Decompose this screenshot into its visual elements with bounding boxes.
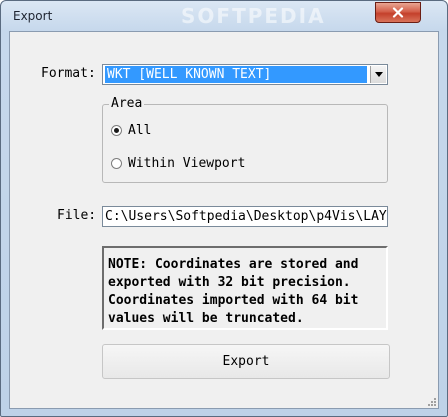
close-icon — [392, 7, 404, 18]
precision-note: NOTE: Coordinates are stored and exporte… — [102, 246, 388, 330]
format-label: Format: — [41, 66, 96, 81]
format-select[interactable]: WKT [WELL KNOWN TEXT] — [102, 64, 388, 85]
note-line: NOTE: Coordinates are stored and — [108, 257, 359, 272]
radio-all-button[interactable] — [111, 125, 122, 136]
format-selected-value: WKT [WELL KNOWN TEXT] — [105, 66, 367, 83]
radio-within-viewport-label: Within Viewport — [128, 156, 246, 171]
title-bar[interactable]: Export SOFTPEDIA — [1, 1, 447, 31]
window-title: Export — [13, 9, 53, 23]
dialog-body: Format: WKT [WELL KNOWN TEXT] Area All W… — [9, 31, 439, 409]
file-label: File: — [57, 208, 97, 223]
resize-grip-icon[interactable] — [425, 395, 437, 407]
export-button-label: Export — [222, 354, 270, 369]
file-path-input[interactable]: C:\Users\Softpedia\Desktop\p4Vis\LAY — [102, 206, 388, 227]
area-group-title: Area — [109, 96, 145, 111]
export-button[interactable]: Export — [102, 344, 390, 379]
radio-all-label: All — [128, 123, 152, 138]
note-line: exported with 32 bit precision. — [108, 275, 351, 290]
radio-within-viewport[interactable]: Within Viewport — [111, 156, 245, 171]
note-line: Coordinates imported with 64 bit — [108, 293, 359, 308]
radio-all[interactable]: All — [111, 123, 151, 138]
note-line: values will be truncated. — [108, 311, 304, 326]
dropdown-arrow-icon — [374, 72, 383, 77]
softpedia-watermark: SOFTPEDIA — [181, 4, 326, 28]
close-button[interactable] — [375, 2, 421, 23]
export-dialog: Export SOFTPEDIA Format: WKT [WELL KNOWN… — [0, 0, 448, 417]
dropdown-button[interactable] — [370, 66, 386, 83]
area-group: Area All Within Viewport — [102, 96, 388, 183]
radio-within-viewport-button[interactable] — [111, 158, 122, 169]
